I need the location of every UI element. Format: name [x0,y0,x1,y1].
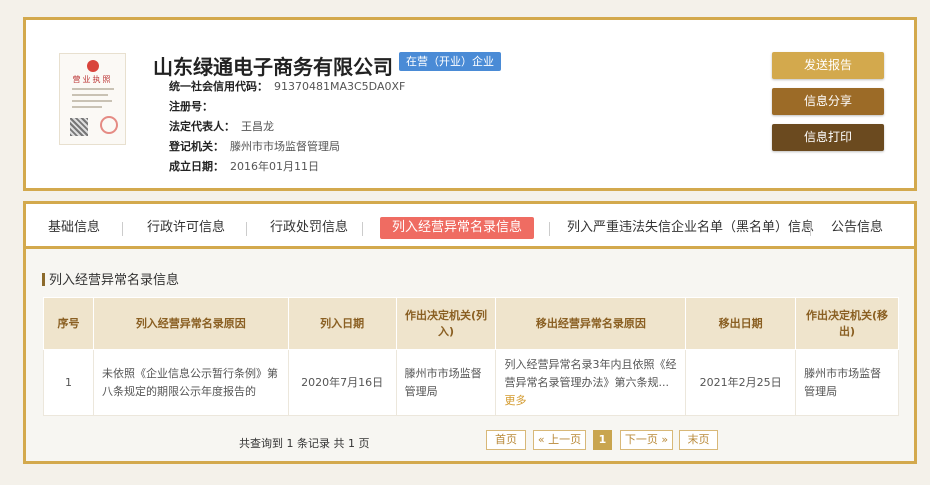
title-bar-icon [42,273,45,286]
cell-authority-in: 滕州市市场监督管理局 [395,349,497,416]
company-name: 山东绿通电子商务有限公司 [153,55,393,79]
detail-tabs-section: 基础信息 行政许可信息 行政处罚信息 列入经营异常名录信息 列入严重违法失信企业… [23,201,917,464]
credit-code-row: 统一社会信用代码： 91370481MA3C5DA0XF [169,78,405,94]
status-badge: 在营（开业）企业 [399,52,501,71]
section-title-text: 列入经营异常名录信息 [49,273,180,288]
col-authority-in: 作出决定机关(列入) [395,297,497,350]
business-license-image: 营业执照 [59,53,126,145]
send-report-button[interactable]: 发送报告 [772,52,884,79]
registration-number-label: 注册号： [169,100,213,113]
cell-reason-in: 未依照《企业信息公示暂行条例》第八条规定的期限公示年度报告的 [92,349,289,416]
seal-icon [100,116,118,134]
more-link[interactable]: 更多 [504,394,526,407]
tab-basic-info[interactable]: 基础信息 [48,217,100,239]
col-date-out: 移出日期 [685,297,797,350]
table-row: 1 未依照《企业信息公示暂行条例》第八条规定的期限公示年度报告的 2020年7月… [43,349,899,416]
table-header-row: 序号 列入经营异常名录原因 列入日期 作出决定机关(列入) 移出经营异常名录原因… [43,297,899,350]
company-info-card: 营业执照 山东绿通电子商务有限公司 在营（开业）企业 统一社会信用代码： 9137… [23,17,917,191]
share-info-button[interactable]: 信息分享 [772,88,884,115]
tab-blacklist[interactable]: 列入严重违法失信企业名单（黑名单）信息 [567,217,814,239]
last-page-button[interactable]: 末页 [679,430,718,450]
pagination-info: 共查询到 1 条记录 共 1 页 [239,437,370,450]
reason-out-text: 列入经营异常名录3年内且依照《经营异常名录管理办法》第六条规... [504,357,677,389]
registration-authority-row: 登记机关： 滕州市市场监督管理局 [169,138,340,154]
tab-bar: 基础信息 行政许可信息 行政处罚信息 列入经营异常名录信息 列入严重违法失信企业… [26,204,914,249]
credit-code-label: 统一社会信用代码： [169,80,268,93]
cell-number: 1 [43,349,94,416]
col-authority-out: 作出决定机关(移出) [795,297,899,350]
legal-representative-label: 法定代表人： [169,120,235,133]
tab-abnormal-operation[interactable]: 列入经营异常名录信息 [380,217,535,239]
registration-authority-label: 登记机关： [169,140,224,153]
cell-reason-out: 列入经营异常名录3年内且依照《经营异常名录管理办法》第六条规... 更多 [495,349,687,416]
legal-representative-row: 法定代表人： 王昌龙 [169,118,274,134]
col-reason-out: 移出经营异常名录原因 [495,297,687,350]
top-strip [0,0,930,10]
national-emblem-icon [87,60,99,72]
cell-authority-out: 滕州市市场监督管理局 [795,349,899,416]
established-date-value: 2016年01月11日 [230,160,319,173]
col-reason-in: 列入经营异常名录原因 [92,297,289,350]
cell-date-out: 2021年2月25日 [685,349,797,416]
credit-code-value: 91370481MA3C5DA0XF [274,80,406,93]
registration-authority-value: 滕州市市场监督管理局 [230,140,340,153]
established-date-row: 成立日期： 2016年01月11日 [169,158,319,174]
tab-announcements[interactable]: 公告信息 [831,217,883,239]
registration-number-row: 注册号： [169,98,219,114]
license-title: 营业执照 [72,75,113,84]
qr-code-icon [70,118,88,136]
legal-representative-value: 王昌龙 [241,120,274,133]
col-date-in: 列入日期 [287,297,397,350]
abnormal-operation-panel: 列入经营异常名录信息 序号 列入经营异常名录原因 列入日期 作出决定机关(列入)… [26,249,914,461]
section-title: 列入经营异常名录信息 [42,269,179,288]
abnormal-records-table: 序号 列入经营异常名录原因 列入日期 作出决定机关(列入) 移出经营异常名录原因… [43,297,899,416]
col-number: 序号 [43,297,94,350]
current-page-button[interactable]: 1 [593,430,612,450]
first-page-button[interactable]: 首页 [486,430,526,450]
tab-administrative-penalty[interactable]: 行政处罚信息 [270,217,348,239]
prev-page-button[interactable]: « 上一页 [533,430,586,450]
tab-administrative-license[interactable]: 行政许可信息 [147,217,225,239]
cell-date-in: 2020年7月16日 [287,349,397,416]
next-page-button[interactable]: 下一页 » [620,430,673,450]
print-info-button[interactable]: 信息打印 [772,124,884,151]
established-date-label: 成立日期： [169,160,224,173]
